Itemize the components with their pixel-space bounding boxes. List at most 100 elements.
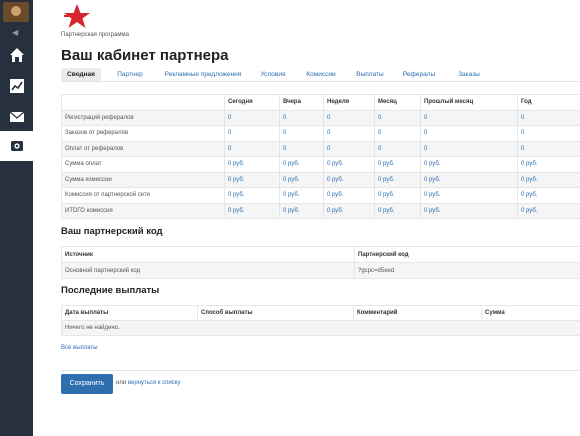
table-header: Комментарий xyxy=(353,305,482,321)
table-header: Год xyxy=(517,94,580,111)
table-cell: 0 руб. xyxy=(323,187,375,204)
table-header: Прошлый месяц xyxy=(420,94,518,111)
payouts-table: Дата выплаты Способ выплаты Комментарий … xyxy=(61,305,580,336)
tab-payouts[interactable]: Выплаты xyxy=(351,68,389,81)
table-cell: 0 руб. xyxy=(279,156,324,173)
partner-icon xyxy=(10,141,23,151)
sidebar-item-mail[interactable] xyxy=(0,102,33,132)
table-cell: 0 руб. xyxy=(420,156,518,173)
table-cell: 0 руб. xyxy=(279,171,324,188)
table-cell: 0 руб. xyxy=(323,156,375,173)
or-label: или xyxy=(116,380,127,386)
tab-bar: Сводная Партнер Рекламные предложения Ус… xyxy=(61,68,580,82)
tab-orders[interactable]: Заказы xyxy=(451,68,487,81)
save-button[interactable]: Сохранить xyxy=(61,374,113,394)
table-row: Комиссия от партнерской сети 0 руб. 0 ру… xyxy=(61,187,580,204)
table-cell: 0 руб. xyxy=(374,187,421,204)
table-cell: 0 руб. xyxy=(420,202,518,219)
table-cell: 0 руб. xyxy=(517,187,580,204)
table-cell: 0 xyxy=(224,109,280,126)
table-cell: 0 xyxy=(224,140,280,157)
collapse-arrow-icon[interactable]: ◀︎ xyxy=(12,28,18,37)
empty-message: Ничего не найдено. xyxy=(61,320,580,336)
table-row: Сумма комиссии 0 руб. 0 руб. 0 руб. 0 ру… xyxy=(61,171,580,188)
table-cell: 0 xyxy=(279,125,324,142)
table-cell: 0 xyxy=(323,125,375,142)
tab-commissions[interactable]: Комиссии xyxy=(301,68,341,81)
table-cell: 0 xyxy=(517,140,580,157)
tab-partner[interactable]: Партнер xyxy=(110,68,150,81)
back-to-list-link[interactable]: вернуться к списку xyxy=(128,380,180,386)
row-label: Сумма оплат xyxy=(61,156,225,173)
home-icon xyxy=(9,48,24,62)
page-title: Ваш кабинет партнера xyxy=(61,47,229,64)
table-cell: 0 руб. xyxy=(420,187,518,204)
divider xyxy=(61,370,580,371)
table-cell: 0 руб. xyxy=(323,171,375,188)
tab-terms[interactable]: Условия xyxy=(255,68,291,81)
table-header: Источник xyxy=(61,246,355,263)
table-cell: 0 руб. xyxy=(517,171,580,188)
all-payouts-link[interactable]: Все выплаты xyxy=(61,345,98,351)
table-cell: Основной партнерский код xyxy=(61,262,355,279)
table-cell: 0 xyxy=(374,140,421,157)
table-cell: 0 xyxy=(279,140,324,157)
chart-icon xyxy=(9,79,24,93)
mail-icon xyxy=(9,111,24,122)
table-row: Основной партнерский код ?gcpc=d5eed xyxy=(61,262,580,279)
table-cell: 0 xyxy=(279,109,324,126)
table-header: Сумма xyxy=(481,305,580,321)
table-cell: 0 руб. xyxy=(420,171,518,188)
avatar[interactable] xyxy=(3,2,29,22)
table-header: Способ выплаты xyxy=(197,305,354,321)
table-cell: 0 руб. xyxy=(279,187,324,204)
table-cell: 0 руб. xyxy=(224,202,280,219)
table-header: Сегодня xyxy=(224,94,280,111)
table-row: Ничего не найдено. xyxy=(61,320,580,336)
row-label: Регистраций рефералов xyxy=(61,109,225,126)
table-cell: 0 xyxy=(517,125,580,142)
sidebar-item-home[interactable] xyxy=(0,40,33,70)
table-header: Месяц xyxy=(374,94,421,111)
table-cell: 0 руб. xyxy=(279,202,324,219)
table-cell: 0 руб. xyxy=(517,202,580,219)
table-cell: 0 руб. xyxy=(224,171,280,188)
row-label: Заказов от рефералов xyxy=(61,125,225,142)
table-cell: 0 xyxy=(420,109,518,126)
table-header: Неделя xyxy=(323,94,375,111)
table-cell: 0 руб. xyxy=(323,202,375,219)
partner-code-title: Ваш партнерский код xyxy=(61,226,163,237)
row-label: ИТОГО комиссия xyxy=(61,202,225,219)
table-cell: 0 руб. xyxy=(517,156,580,173)
table-cell: 0 xyxy=(323,140,375,157)
table-cell: 0 руб. xyxy=(374,202,421,219)
table-header xyxy=(61,94,225,111)
table-header: Вчера xyxy=(279,94,324,111)
tab-offers[interactable]: Рекламные предложения xyxy=(163,68,243,81)
table-header-row: Источник Партнерский код xyxy=(61,246,580,263)
table-row: Сумма оплат 0 руб. 0 руб. 0 руб. 0 руб. … xyxy=(61,156,580,173)
table-cell: 0 xyxy=(374,125,421,142)
main-content: Партнерская программа Ваш кабинет партне… xyxy=(33,0,580,436)
table-header: Партнерский код xyxy=(354,246,580,263)
table-header-row: Сегодня Вчера Неделя Месяц Прошлый месяц… xyxy=(61,94,580,111)
table-cell: 0 руб. xyxy=(374,171,421,188)
sidebar-item-partner[interactable] xyxy=(0,131,33,161)
partner-code-value[interactable]: ?gcpc=d5eed xyxy=(354,262,580,279)
table-row: ИТОГО комиссия 0 руб. 0 руб. 0 руб. 0 ру… xyxy=(61,202,580,219)
table-cell: 0 руб. xyxy=(224,187,280,204)
table-row: Регистраций рефералов 0 0 0 0 0 0 xyxy=(61,109,580,126)
payouts-title: Последние выплаты xyxy=(61,285,160,296)
tab-summary[interactable]: Сводная xyxy=(61,68,101,81)
sidebar-item-stats[interactable] xyxy=(0,71,33,101)
tab-referrals[interactable]: Рефералы xyxy=(399,68,439,81)
row-label: Комиссия от партнерской сети xyxy=(61,187,225,204)
table-cell: 0 xyxy=(420,140,518,157)
table-cell: 0 xyxy=(224,125,280,142)
breadcrumb[interactable]: Партнерская программа xyxy=(61,32,129,38)
table-cell: 0 xyxy=(517,109,580,126)
logo-star-icon xyxy=(64,4,90,28)
stats-table: Сегодня Вчера Неделя Месяц Прошлый месяц… xyxy=(61,94,580,219)
row-label: Оплат от рефералов xyxy=(61,140,225,157)
table-row: Заказов от рефералов 0 0 0 0 0 0 xyxy=(61,125,580,142)
